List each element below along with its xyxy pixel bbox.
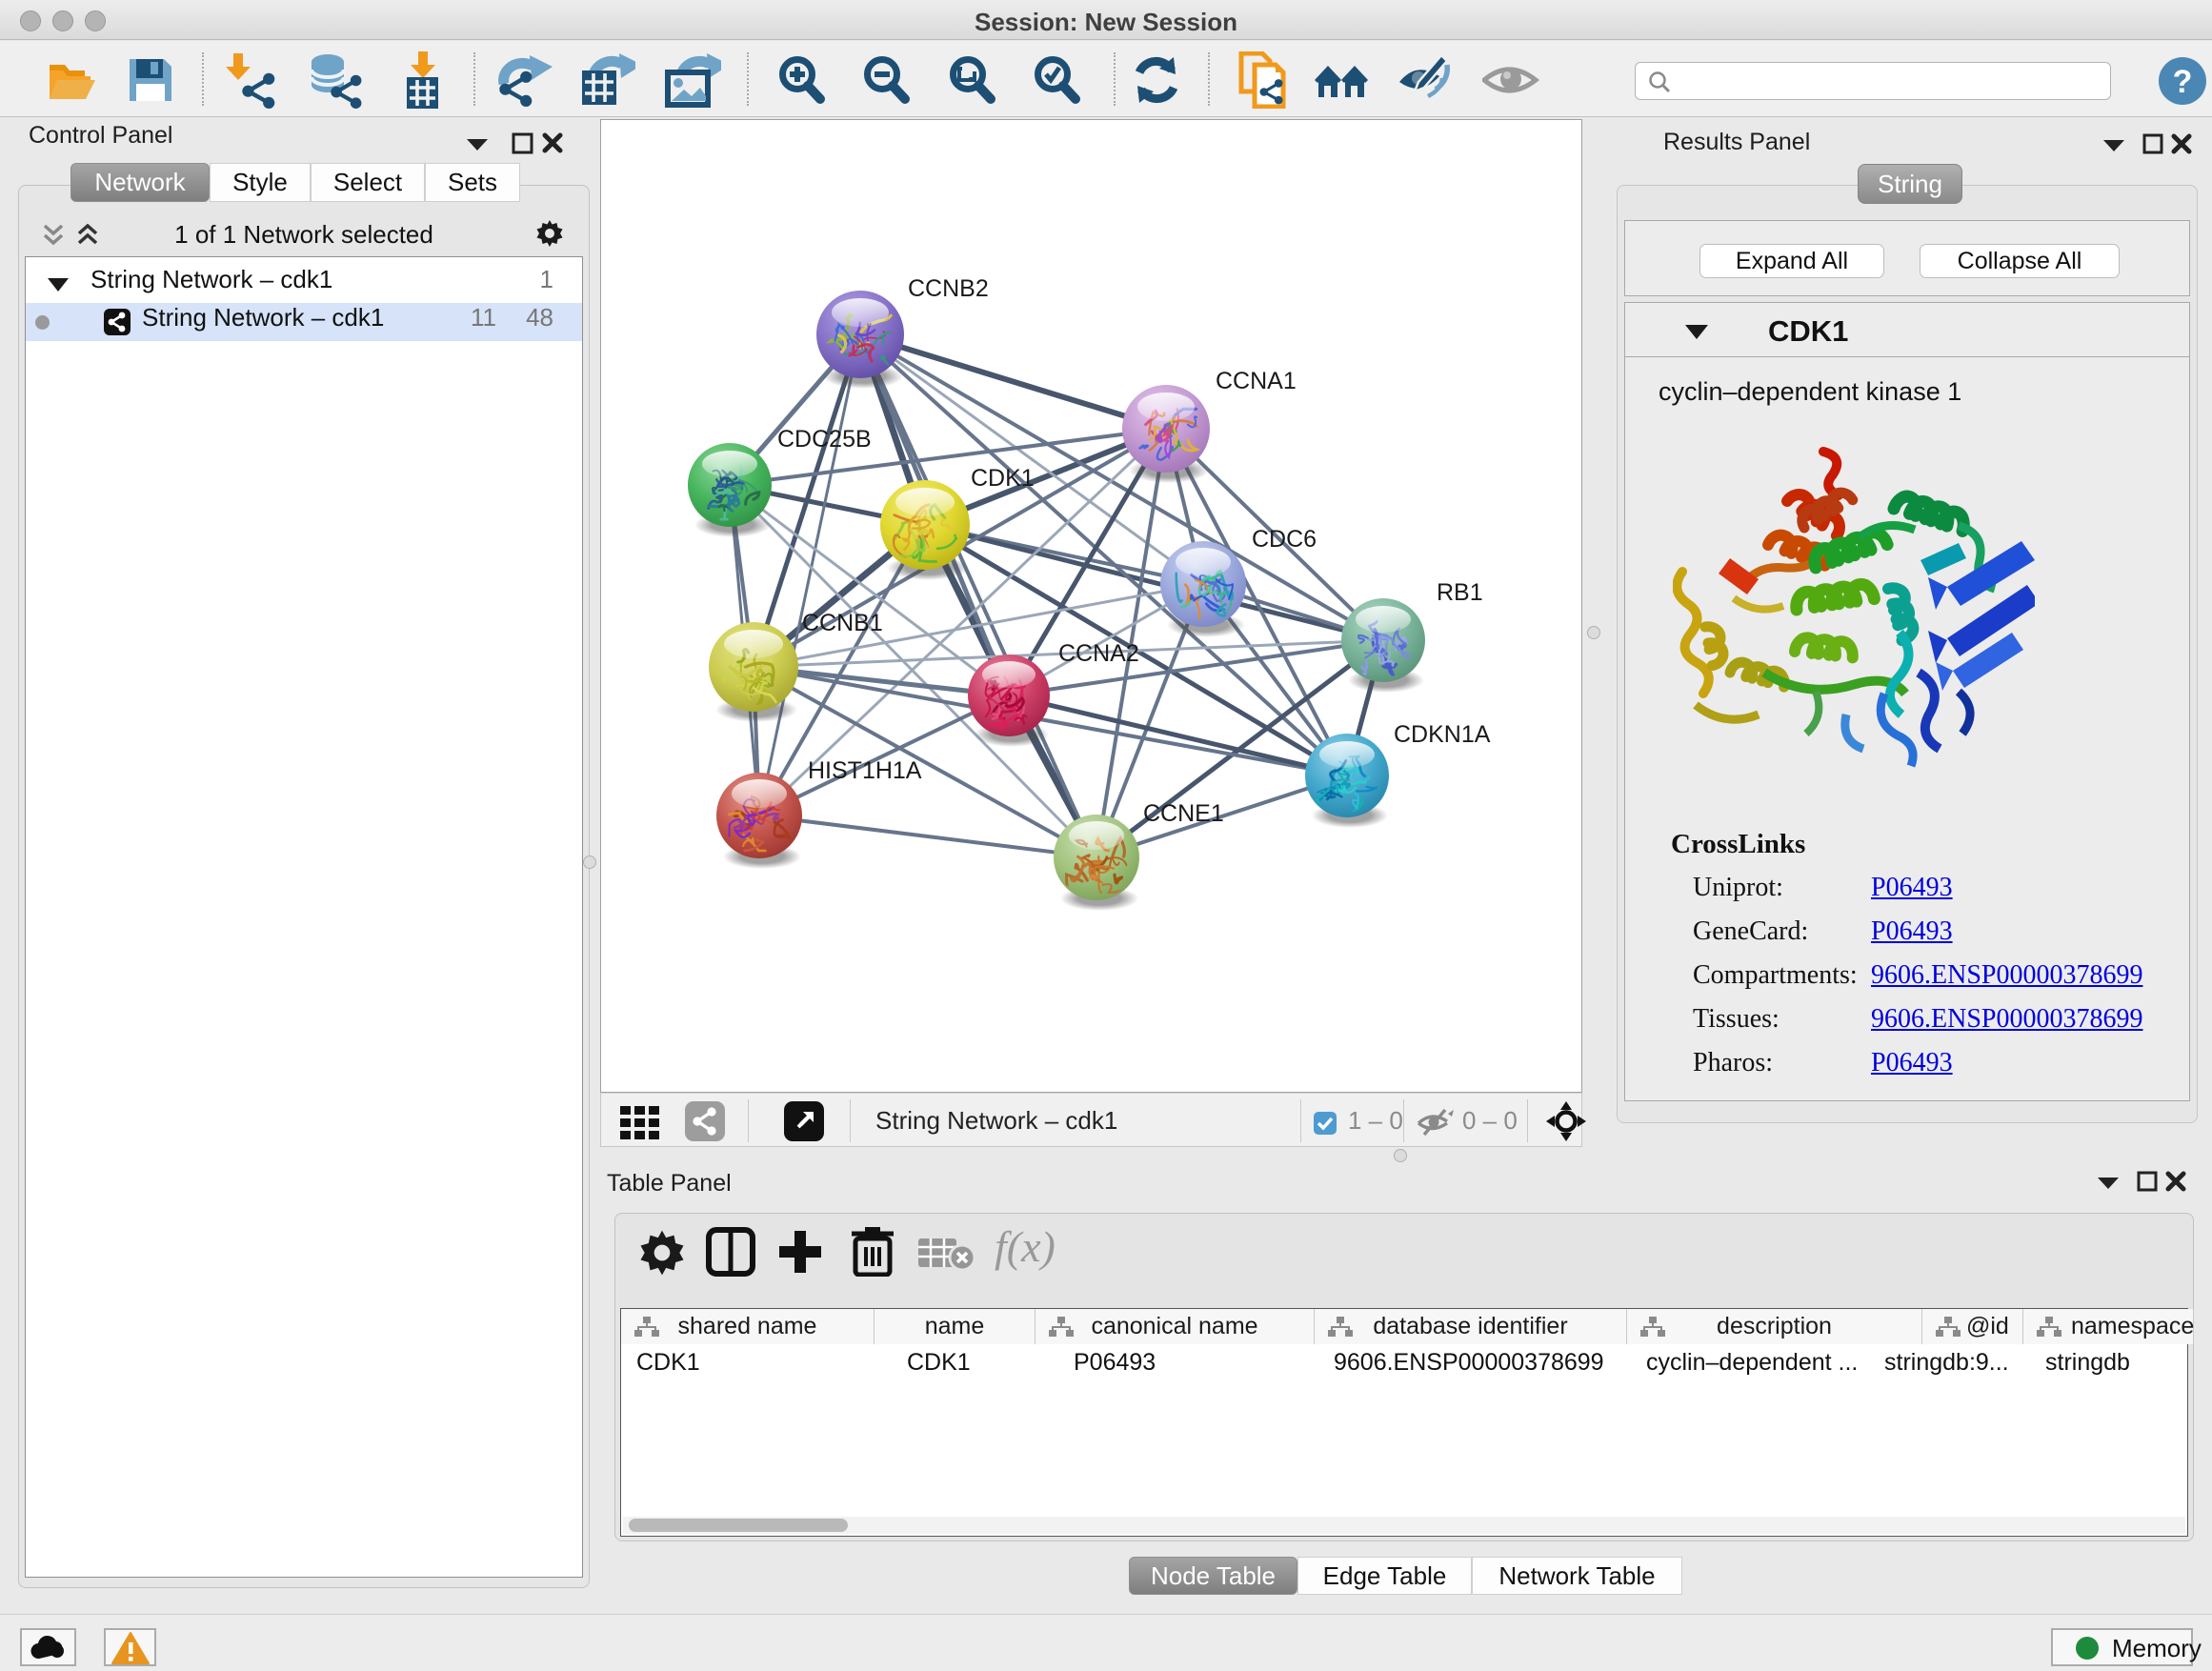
svg-text:CDC6: CDC6 bbox=[1252, 526, 1317, 553]
svg-text:CCNA2: CCNA2 bbox=[1058, 640, 1139, 667]
svg-text:RB1: RB1 bbox=[1437, 579, 1483, 606]
svg-text:CDK1: CDK1 bbox=[971, 465, 1035, 492]
svg-text:CDC25B: CDC25B bbox=[777, 426, 872, 453]
svg-text:HIST1H1A: HIST1H1A bbox=[808, 757, 922, 784]
svg-text:CCNB1: CCNB1 bbox=[802, 610, 883, 636]
svg-text:CCNA1: CCNA1 bbox=[1216, 368, 1297, 394]
svg-text:CCNB2: CCNB2 bbox=[908, 275, 989, 302]
svg-text:CDKN1A: CDKN1A bbox=[1394, 721, 1491, 748]
svg-text:?: ? bbox=[2173, 64, 2193, 100]
svg-text:CCNE1: CCNE1 bbox=[1143, 800, 1224, 827]
